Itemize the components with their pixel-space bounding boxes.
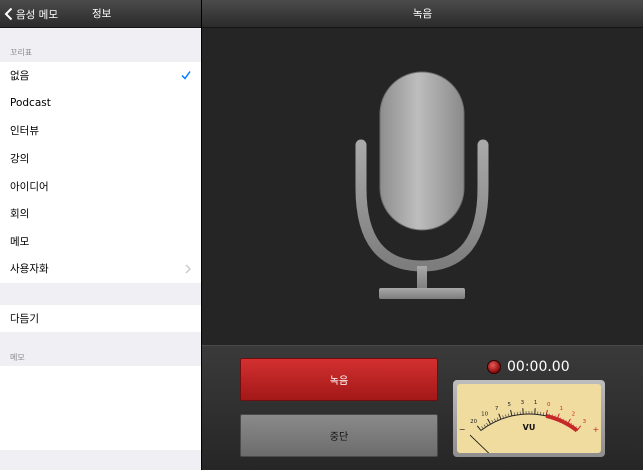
trim-row[interactable]: 다듬기 xyxy=(0,305,201,332)
timer-text: 00:00.00 xyxy=(507,359,570,375)
vu-tick-label: 1 xyxy=(534,400,538,406)
record-indicator-icon xyxy=(487,360,501,374)
back-label: 음성 메모 xyxy=(16,8,58,21)
microphone-area xyxy=(202,28,643,345)
tag-row-podcast[interactable]: Podcast xyxy=(0,90,201,118)
record-button[interactable]: 녹음 xyxy=(240,358,438,401)
tags-section-label: 꼬리표 xyxy=(10,48,33,57)
vu-tick-label: 5 xyxy=(508,402,512,408)
vu-minor-tick xyxy=(494,418,496,422)
stop-button[interactable]: 중단 xyxy=(240,414,438,457)
trim-label: 다듬기 xyxy=(10,313,39,325)
vu-meter: 20 10 7 5 3 1 0 1 2 3− + VU xyxy=(453,380,605,457)
vu-minor-tick xyxy=(508,413,510,417)
tag-label: 아이디어 xyxy=(10,180,49,193)
record-label: 녹음 xyxy=(329,376,349,387)
vu-needle xyxy=(469,434,490,453)
vu-minor-tick xyxy=(513,412,516,416)
chevron-right-icon xyxy=(185,264,191,274)
tag-row-memo[interactable]: 메모 xyxy=(0,228,201,256)
tag-label: 없음 xyxy=(10,70,30,83)
vu-meter-face: 20 10 7 5 3 1 0 1 2 3− + VU xyxy=(457,384,601,453)
memo-section-label: 메모 xyxy=(10,353,25,362)
memo-text-area[interactable] xyxy=(0,366,201,450)
tag-label: 강의 xyxy=(10,153,30,166)
info-panel: 음성 메모 정보 꼬리표 없음 Podcast 인터뷰 강의 아이디어 회의 메… xyxy=(0,0,201,470)
tag-label: 사용자화 xyxy=(10,263,49,276)
vu-minor-tick xyxy=(542,412,545,416)
vu-scale: 201075 3 1 0123− + xyxy=(459,400,599,453)
tag-label: Podcast xyxy=(10,97,51,110)
tag-row-interview[interactable]: 인터뷰 xyxy=(0,117,201,145)
vu-tick-label: 10 xyxy=(481,412,488,418)
info-nav-bar: 음성 메모 정보 xyxy=(0,0,201,28)
vu-minor-tick xyxy=(496,417,499,421)
tag-row-idea[interactable]: 아이디어 xyxy=(0,172,201,200)
tag-label: 메모 xyxy=(10,235,30,248)
microphone-icon xyxy=(355,71,489,299)
tag-row-lecture[interactable]: 강의 xyxy=(0,145,201,173)
tag-label: 인터뷰 xyxy=(10,125,39,138)
vu-tick-label: 0 xyxy=(547,402,551,408)
recorder-title: 녹음 xyxy=(412,8,433,20)
vu-tick-label: 1 xyxy=(560,406,564,412)
info-title: 정보 xyxy=(92,8,112,20)
stop-label: 중단 xyxy=(329,432,349,443)
vu-tick-label: 2 xyxy=(572,412,576,418)
tag-row-none[interactable]: 없음 xyxy=(0,62,201,90)
tag-list: 없음 Podcast 인터뷰 강의 아이디어 회의 메모 사용자화 xyxy=(0,62,201,283)
vu-minor-tick xyxy=(502,415,504,419)
record-timer: 00:00.00 xyxy=(487,358,570,376)
tag-row-custom[interactable]: 사용자화 xyxy=(0,255,201,283)
recorder-nav-bar: 녹음 xyxy=(202,0,643,28)
vu-tick-label: 3 xyxy=(521,400,525,406)
vu-label: VU xyxy=(522,423,536,432)
controls-panel: 녹음 중단 00:00.00 20 10 7 5 3 1 0 1 2 3− + VU xyxy=(202,345,643,470)
tag-row-meeting[interactable]: 회의 xyxy=(0,200,201,228)
chevron-left-icon xyxy=(4,7,13,21)
tag-label: 회의 xyxy=(10,208,30,221)
vu-tick-label: 7 xyxy=(495,406,499,412)
checkmark-icon xyxy=(181,71,191,80)
vu-minor-tick xyxy=(505,414,507,418)
back-button[interactable]: 음성 메모 xyxy=(4,0,58,28)
